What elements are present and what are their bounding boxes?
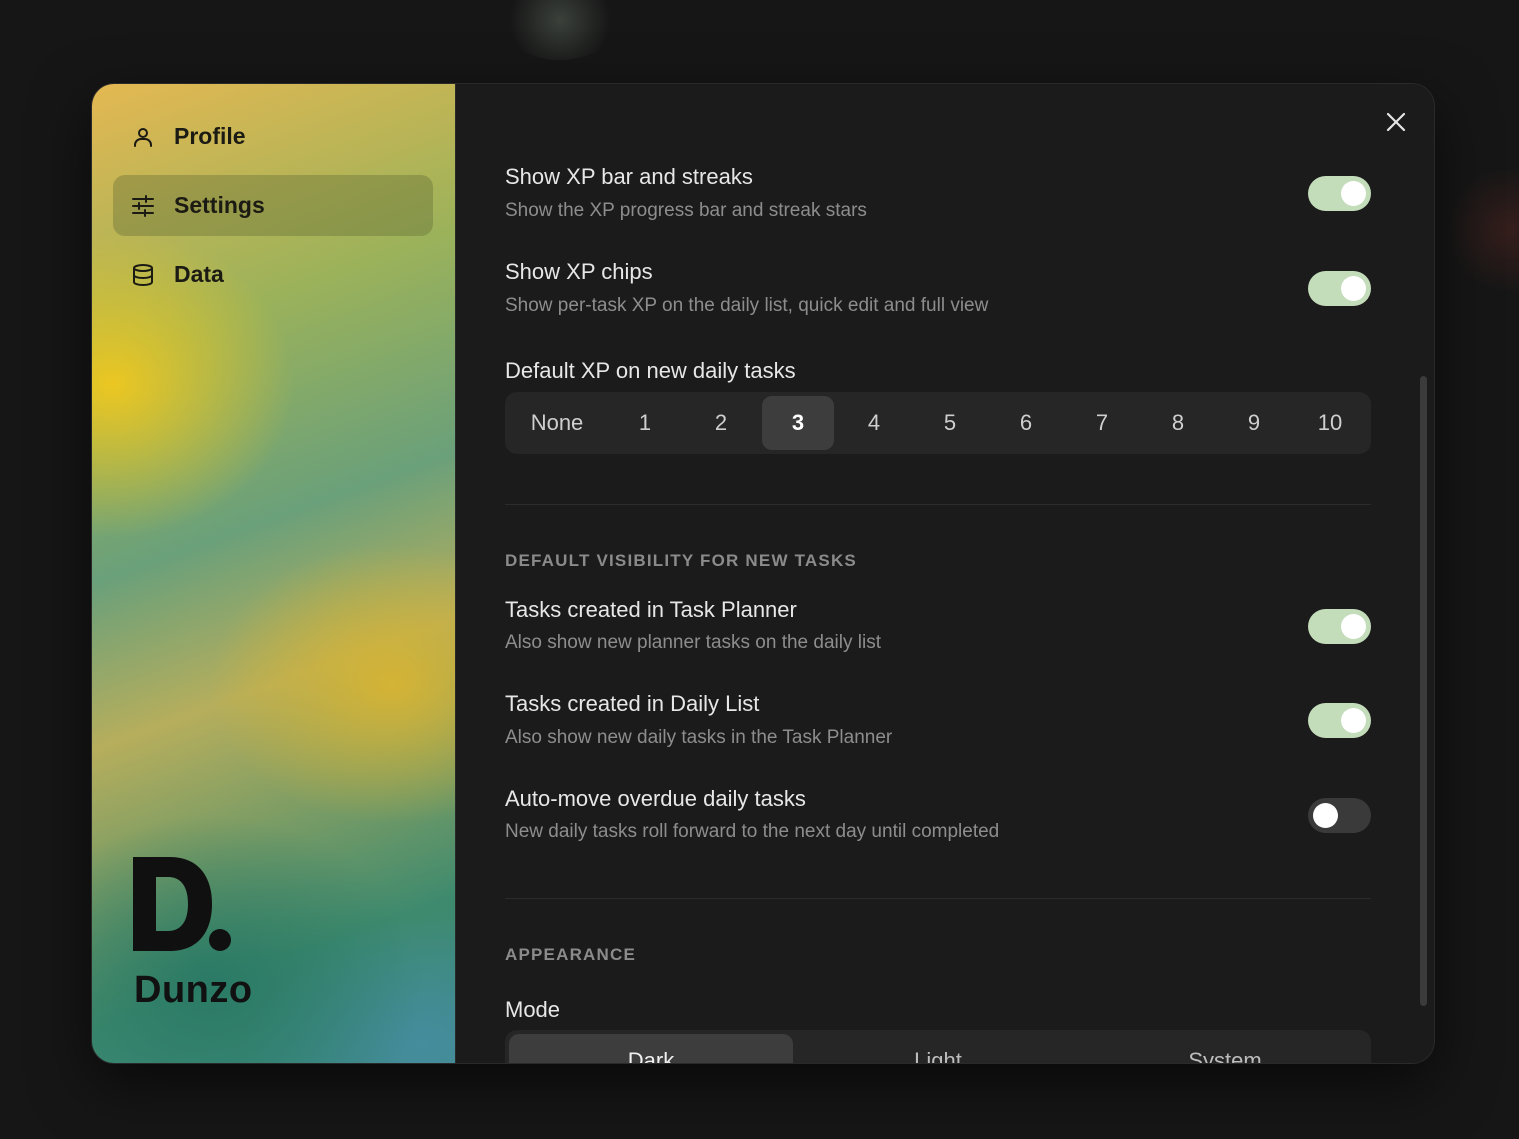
user-icon (131, 125, 155, 149)
setting-title: Show XP bar and streaks (505, 164, 753, 189)
mode-option-dark[interactable]: Dark (509, 1034, 793, 1063)
sidebar-item-label: Data (174, 261, 224, 287)
xp-option[interactable]: 9 (1218, 396, 1290, 450)
section-heading: DEFAULT VISIBILITY FOR NEW TASKS (505, 551, 857, 570)
close-icon (1386, 112, 1406, 132)
setting-description: Also show new daily tasks in the Task Pl… (505, 727, 893, 748)
sidebar-item-label: Settings (174, 192, 265, 218)
xp-option-none[interactable]: None (509, 396, 605, 450)
toggle-knob (1313, 803, 1338, 828)
setting-description: New daily tasks roll forward to the next… (505, 821, 1000, 842)
default-xp-selector: None 1 2 3 4 5 6 7 8 9 10 (505, 392, 1371, 454)
sidebar-item-label: Profile (174, 123, 246, 149)
toggle-knob (1341, 614, 1366, 639)
setting-title: Mode (505, 997, 561, 1022)
daily-tasks-toggle[interactable] (1308, 703, 1371, 738)
database-icon (131, 263, 155, 287)
setting-description: Also show new planner tasks on the daily… (505, 632, 881, 653)
sidebar-item-data[interactable]: Data (113, 244, 433, 305)
planner-tasks-toggle[interactable] (1308, 609, 1371, 644)
divider (505, 504, 1371, 505)
xp-option[interactable]: 6 (990, 396, 1062, 450)
setting-description: Show per-task XP on the daily list, quic… (505, 295, 989, 316)
sidebar-item-settings[interactable]: Settings (113, 175, 433, 236)
xp-option[interactable]: 1 (609, 396, 681, 450)
setting-title: Auto-move overdue daily tasks (505, 786, 806, 811)
background-glow (500, 0, 620, 60)
setting-title: Tasks created in Daily List (505, 691, 760, 716)
mode-option-light[interactable]: Light (796, 1034, 1080, 1063)
xp-bar-toggle[interactable] (1308, 176, 1371, 211)
settings-panel: Show XP bar and streaks Show the XP prog… (455, 84, 1434, 1063)
setting-description: Show the XP progress bar and streak star… (505, 200, 867, 221)
sidebar: Profile Settings Data Dunzo (92, 84, 455, 1063)
settings-modal: Profile Settings Data Dunzo Show XP bar … (92, 84, 1434, 1063)
xp-chips-toggle[interactable] (1308, 271, 1371, 306)
toggle-knob (1341, 276, 1366, 301)
divider (505, 898, 1371, 899)
brand-name: Dunzo (134, 969, 253, 1011)
xp-option-selected[interactable]: 3 (762, 396, 834, 450)
xp-option[interactable]: 7 (1066, 396, 1138, 450)
background-glow (1440, 170, 1519, 290)
xp-option[interactable]: 4 (838, 396, 910, 450)
brand-logo-icon (132, 854, 232, 959)
auto-move-toggle[interactable] (1308, 798, 1371, 833)
xp-option[interactable]: 5 (914, 396, 986, 450)
mode-option-system[interactable]: System (1083, 1034, 1367, 1063)
close-button[interactable] (1384, 110, 1408, 134)
xp-option[interactable]: 8 (1142, 396, 1214, 450)
section-heading: APPEARANCE (505, 945, 637, 964)
toggle-knob (1341, 181, 1366, 206)
setting-title: Default XP on new daily tasks (505, 358, 796, 383)
scrollbar[interactable] (1420, 376, 1427, 1006)
mode-selector: Dark Light System (505, 1030, 1371, 1063)
setting-title: Show XP chips (505, 259, 653, 284)
toggle-knob (1341, 708, 1366, 733)
setting-title: Tasks created in Task Planner (505, 597, 797, 622)
xp-option[interactable]: 2 (685, 396, 757, 450)
sidebar-item-profile[interactable]: Profile (113, 106, 433, 167)
sliders-icon (131, 194, 155, 218)
xp-option[interactable]: 10 (1294, 396, 1366, 450)
